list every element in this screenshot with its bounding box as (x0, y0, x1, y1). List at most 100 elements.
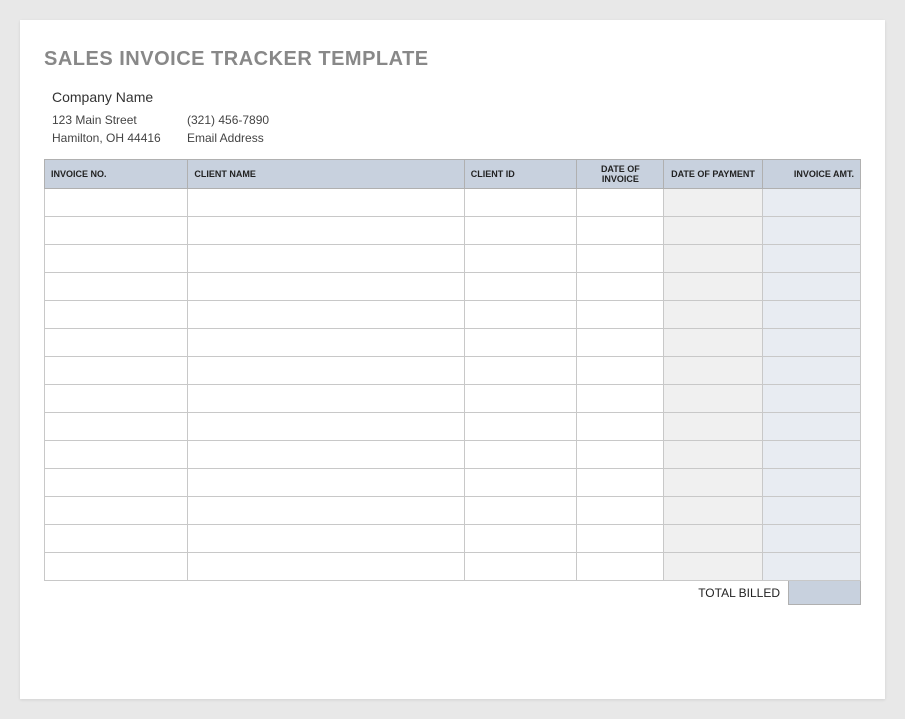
cell-date-payment[interactable] (664, 469, 762, 497)
cell-invoice-no[interactable] (45, 553, 188, 581)
cell-client-name[interactable] (188, 273, 464, 301)
cell-amount[interactable] (762, 273, 860, 301)
cell-date-payment[interactable] (664, 413, 762, 441)
cell-client-id[interactable] (464, 245, 577, 273)
cell-date-payment[interactable] (664, 497, 762, 525)
cell-date-invoice[interactable] (577, 413, 664, 441)
table-row (45, 329, 861, 357)
cell-date-invoice[interactable] (577, 385, 664, 413)
cell-date-invoice[interactable] (577, 329, 664, 357)
cell-invoice-no[interactable] (45, 217, 188, 245)
cell-client-id[interactable] (464, 525, 577, 553)
cell-date-payment[interactable] (664, 525, 762, 553)
cell-client-name[interactable] (188, 413, 464, 441)
cell-invoice-no[interactable] (45, 329, 188, 357)
cell-date-payment[interactable] (664, 441, 762, 469)
total-row: TOTAL BILLED (44, 581, 861, 605)
cell-amount[interactable] (762, 329, 860, 357)
table-header-row: INVOICE NO. CLIENT NAME CLIENT ID DATE O… (45, 160, 861, 189)
cell-client-name[interactable] (188, 469, 464, 497)
cell-client-id[interactable] (464, 329, 577, 357)
cell-date-payment[interactable] (664, 385, 762, 413)
cell-date-payment[interactable] (664, 357, 762, 385)
cell-amount[interactable] (762, 385, 860, 413)
cell-client-id[interactable] (464, 357, 577, 385)
cell-date-invoice[interactable] (577, 217, 664, 245)
cell-amount[interactable] (762, 497, 860, 525)
cell-client-id[interactable] (464, 385, 577, 413)
company-name: Company Name (52, 89, 861, 105)
cell-invoice-no[interactable] (45, 301, 188, 329)
company-email: Email Address (187, 131, 387, 145)
company-city-state-zip: Hamilton, OH 44416 (52, 131, 187, 145)
cell-amount[interactable] (762, 357, 860, 385)
cell-client-id[interactable] (464, 189, 577, 217)
cell-invoice-no[interactable] (45, 357, 188, 385)
cell-invoice-no[interactable] (45, 469, 188, 497)
cell-invoice-no[interactable] (45, 273, 188, 301)
cell-client-id[interactable] (464, 413, 577, 441)
cell-date-invoice[interactable] (577, 273, 664, 301)
cell-date-payment[interactable] (664, 553, 762, 581)
table-row (45, 413, 861, 441)
company-info-row-1: 123 Main Street (321) 456-7890 (52, 113, 861, 127)
cell-date-invoice[interactable] (577, 301, 664, 329)
cell-client-name[interactable] (188, 189, 464, 217)
cell-client-id[interactable] (464, 273, 577, 301)
table-row (45, 301, 861, 329)
cell-date-payment[interactable] (664, 301, 762, 329)
cell-date-payment[interactable] (664, 217, 762, 245)
cell-date-payment[interactable] (664, 189, 762, 217)
cell-client-name[interactable] (188, 441, 464, 469)
cell-date-invoice[interactable] (577, 525, 664, 553)
cell-invoice-no[interactable] (45, 189, 188, 217)
cell-client-id[interactable] (464, 301, 577, 329)
cell-amount[interactable] (762, 189, 860, 217)
cell-client-id[interactable] (464, 217, 577, 245)
cell-invoice-no[interactable] (45, 245, 188, 273)
cell-amount[interactable] (762, 525, 860, 553)
table-row (45, 189, 861, 217)
cell-date-payment[interactable] (664, 273, 762, 301)
cell-date-invoice[interactable] (577, 441, 664, 469)
cell-amount[interactable] (762, 413, 860, 441)
cell-amount[interactable] (762, 301, 860, 329)
cell-invoice-no[interactable] (45, 385, 188, 413)
cell-client-name[interactable] (188, 301, 464, 329)
cell-client-id[interactable] (464, 469, 577, 497)
cell-client-id[interactable] (464, 497, 577, 525)
cell-date-invoice[interactable] (577, 245, 664, 273)
cell-date-invoice[interactable] (577, 553, 664, 581)
cell-invoice-no[interactable] (45, 525, 188, 553)
cell-client-name[interactable] (188, 525, 464, 553)
cell-client-name[interactable] (188, 385, 464, 413)
cell-invoice-no[interactable] (45, 441, 188, 469)
cell-client-name[interactable] (188, 497, 464, 525)
cell-amount[interactable] (762, 553, 860, 581)
cell-amount[interactable] (762, 469, 860, 497)
cell-client-name[interactable] (188, 553, 464, 581)
company-address: 123 Main Street (52, 113, 187, 127)
cell-amount[interactable] (762, 245, 860, 273)
cell-client-name[interactable] (188, 245, 464, 273)
cell-date-payment[interactable] (664, 329, 762, 357)
cell-invoice-no[interactable] (45, 497, 188, 525)
cell-client-name[interactable] (188, 329, 464, 357)
cell-invoice-no[interactable] (45, 413, 188, 441)
cell-client-id[interactable] (464, 553, 577, 581)
cell-date-invoice[interactable] (577, 497, 664, 525)
header-date-payment: DATE OF PAYMENT (664, 160, 762, 189)
header-invoice-no: INVOICE NO. (45, 160, 188, 189)
invoice-tbody (45, 189, 861, 581)
cell-date-invoice[interactable] (577, 357, 664, 385)
table-row (45, 497, 861, 525)
cell-amount[interactable] (762, 441, 860, 469)
cell-client-name[interactable] (188, 217, 464, 245)
cell-client-id[interactable] (464, 441, 577, 469)
cell-date-invoice[interactable] (577, 189, 664, 217)
cell-client-name[interactable] (188, 357, 464, 385)
invoice-tracker-page: SALES INVOICE TRACKER TEMPLATE Company N… (20, 20, 885, 699)
cell-date-payment[interactable] (664, 245, 762, 273)
cell-date-invoice[interactable] (577, 469, 664, 497)
cell-amount[interactable] (762, 217, 860, 245)
